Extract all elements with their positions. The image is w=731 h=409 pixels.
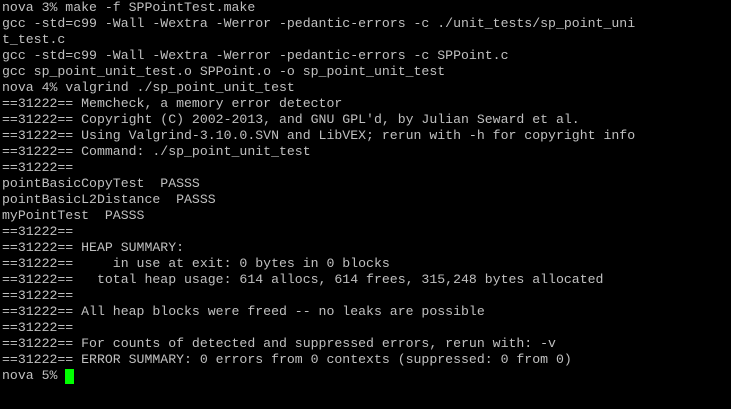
terminal-line: ==31222== ERROR SUMMARY: 0 errors from 0… <box>2 352 572 367</box>
terminal-line: ==31222== All heap blocks were freed -- … <box>2 304 485 319</box>
terminal-line: ==31222== Memcheck, a memory error detec… <box>2 96 343 111</box>
terminal-output: nova 3% make -f SPPointTest.make gcc -st… <box>2 0 729 384</box>
terminal-line: ==31222== <box>2 224 74 239</box>
text-cursor <box>65 368 75 384</box>
terminal-line: gcc -std=c99 -Wall -Wextra -Werror -peda… <box>2 16 636 31</box>
terminal-line: ==31222== <box>2 288 74 303</box>
terminal-line: ==31222== in use at exit: 0 bytes in 0 b… <box>2 256 390 271</box>
terminal-line: ==31222== For counts of detected and sup… <box>2 336 556 351</box>
terminal-line: myPointTest PASSS <box>2 208 145 223</box>
terminal-line: nova 4% valgrind ./sp_point_unit_test <box>2 80 295 95</box>
terminal-line: t_test.c <box>2 32 66 47</box>
command-prompt[interactable]: nova 5% <box>2 368 729 384</box>
terminal-line: ==31222== Copyright (C) 2002-2013, and G… <box>2 112 580 127</box>
terminal-line: gcc -std=c99 -Wall -Wextra -Werror -peda… <box>2 48 509 63</box>
terminal-line: ==31222== <box>2 160 74 175</box>
terminal-line: ==31222== total heap usage: 614 allocs, … <box>2 272 604 287</box>
terminal-line: gcc sp_point_unit_test.o SPPoint.o -o sp… <box>2 64 446 79</box>
terminal-line: ==31222== Command: ./sp_point_unit_test <box>2 144 311 159</box>
terminal-line: pointBasicL2Distance PASSS <box>2 192 216 207</box>
prompt-text: nova 5% <box>2 368 66 383</box>
terminal-line: ==31222== Using Valgrind-3.10.0.SVN and … <box>2 128 636 143</box>
terminal-line: ==31222== HEAP SUMMARY: <box>2 240 185 255</box>
terminal-line: ==31222== <box>2 320 74 335</box>
terminal-line: nova 3% make -f SPPointTest.make <box>2 0 256 15</box>
terminal-line: pointBasicCopyTest PASSS <box>2 176 200 191</box>
terminal-window[interactable]: nova 3% make -f SPPointTest.make gcc -st… <box>0 0 731 409</box>
